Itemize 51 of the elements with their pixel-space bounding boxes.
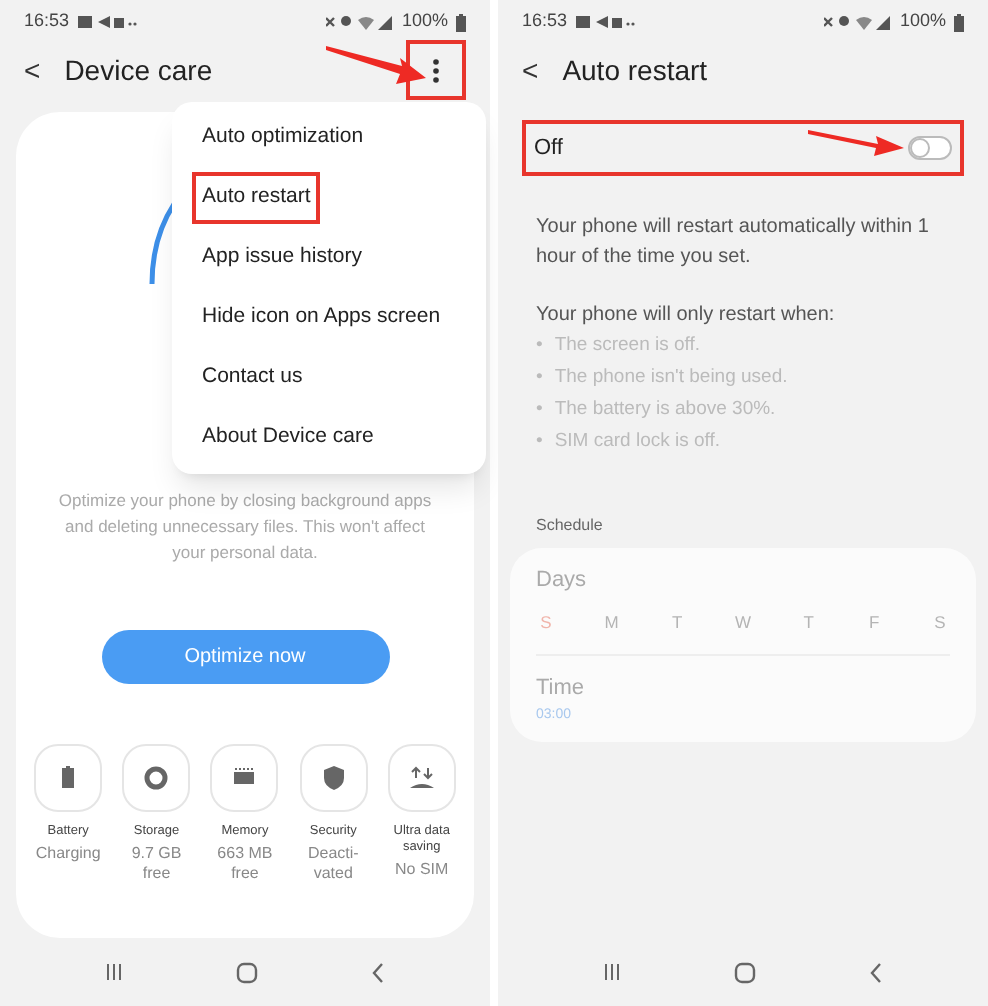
storage-tile-icon[interactable]: [122, 744, 191, 812]
recent-apps-icon[interactable]: [104, 962, 124, 982]
switch-label: Off: [534, 133, 563, 164]
battery-tile-icon[interactable]: [34, 744, 103, 812]
tile-value: Charging: [35, 844, 101, 864]
back-icon[interactable]: [868, 961, 884, 983]
signal-icons: [325, 13, 394, 31]
bullet: •: [536, 364, 543, 392]
description-text: Optimize your phone by closing background apps and deleting unnecessary files. This won't affect your personal data.: [56, 488, 434, 566]
bullet: •: [536, 332, 543, 360]
status-time: 16:53: [522, 8, 568, 35]
menu-item[interactable]: Contact us: [192, 352, 313, 404]
back-icon[interactable]: [370, 961, 386, 983]
home-icon[interactable]: [734, 961, 756, 983]
toggle-switch[interactable]: [908, 136, 952, 160]
info-text: Your phone will restart automatically within 1 hour of the time you set.: [536, 214, 931, 272]
battery-percent: 100%: [401, 8, 448, 35]
arrow-annotation: [326, 42, 426, 86]
recent-apps-icon[interactable]: [602, 962, 622, 982]
status-time: 16:53: [24, 8, 70, 35]
back-button[interactable]: <: [522, 49, 539, 91]
conditions-title: Your phone will only restart when:: [536, 302, 837, 330]
screen-title: Auto restart: [562, 51, 708, 89]
menu-item[interactable]: About Device care: [192, 412, 384, 464]
menu-item[interactable]: App issue history: [192, 232, 372, 284]
data-tile-icon[interactable]: [387, 744, 456, 812]
tile-value: 9.7 GB free: [129, 844, 184, 884]
back-button[interactable]: <: [24, 49, 41, 91]
tile-value: Deacti-vated: [305, 844, 361, 884]
progress-arc-icon: [148, 202, 176, 286]
battery-icon: [456, 13, 466, 31]
bullet: •: [536, 428, 543, 456]
battery-percent: 100%: [899, 8, 946, 35]
memory-tile-icon[interactable]: [210, 744, 279, 812]
home-icon[interactable]: [236, 961, 258, 983]
battery-icon: [954, 13, 964, 31]
more-options-icon: [432, 57, 440, 83]
menu-item[interactable]: Auto restart: [192, 172, 321, 224]
menu-item[interactable]: Auto optimization: [192, 112, 374, 164]
menu-item[interactable]: Hide icon on Apps screen: [192, 292, 451, 344]
screen-title: Device care: [64, 51, 213, 89]
arrow-annotation: [808, 128, 904, 158]
security-tile-icon[interactable]: [299, 744, 368, 812]
tile-value: No SIM: [395, 860, 449, 880]
notification-icons: [77, 14, 138, 30]
section-label: Schedule: [536, 514, 605, 538]
bullet: •: [536, 396, 543, 424]
signal-icons: [823, 13, 892, 31]
notification-icons: [575, 14, 636, 30]
tile-value: 663 MB free: [215, 844, 275, 884]
days-label: Days: [536, 566, 589, 596]
